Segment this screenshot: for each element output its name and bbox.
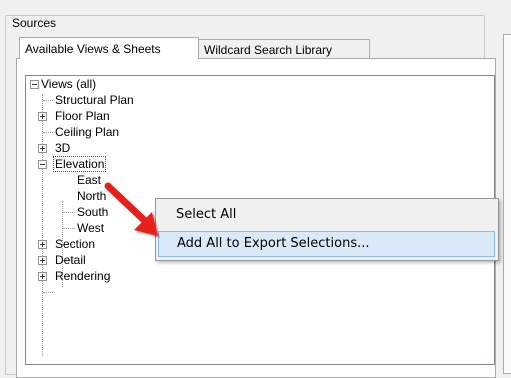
tree-node-ceiling-plan[interactable]: Ceiling Plan [55, 124, 119, 140]
tree-node-elevation[interactable]: Elevation [53, 156, 107, 172]
expand-icon[interactable] [38, 112, 47, 121]
menu-item-add-all-to-export[interactable]: Add All to Export Selections... [158, 231, 495, 257]
expand-icon[interactable] [38, 144, 47, 153]
tree-connector [63, 228, 75, 229]
menu-item-select-all[interactable]: Select All [158, 202, 495, 228]
tree-connector-main [42, 94, 43, 356]
red-arrow-icon [104, 182, 160, 238]
tree-node-detail[interactable]: Detail [55, 252, 86, 268]
tab-wildcard-search-library[interactable]: Wildcard Search Library [199, 39, 370, 59]
context-menu: Select All Add All to Export Selections.… [155, 198, 499, 261]
tree-connector [43, 292, 53, 293]
expand-icon[interactable] [38, 256, 47, 265]
tree-node-rendering[interactable]: Rendering [55, 268, 110, 284]
tree-node-views-all[interactable]: Views (all) [41, 76, 96, 92]
collapse-icon[interactable] [30, 80, 39, 89]
tab-available-views-sheets[interactable]: Available Views & Sheets [19, 37, 199, 59]
tree-node-elevation-label: Elevation [53, 156, 107, 172]
tree-connector [43, 132, 53, 133]
tree-node-floor-plan[interactable]: Floor Plan [55, 108, 110, 124]
tree-connector [43, 100, 53, 101]
tree-connector [63, 212, 75, 213]
expand-icon[interactable] [38, 240, 47, 249]
export-selections-panel [503, 34, 511, 374]
tree-node-structural-plan[interactable]: Structural Plan [55, 92, 134, 108]
collapse-icon[interactable] [38, 160, 47, 169]
group-title: Sources [9, 16, 60, 30]
tree-node-east[interactable]: East [77, 172, 101, 188]
tree-node-section[interactable]: Section [55, 236, 95, 252]
tree-node-3d[interactable]: 3D [55, 140, 70, 156]
expand-icon[interactable] [38, 272, 47, 281]
